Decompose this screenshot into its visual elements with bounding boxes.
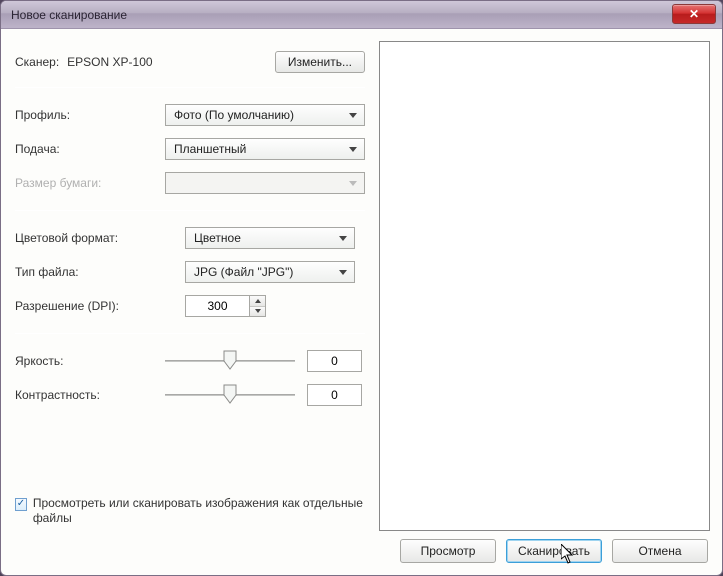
chevron-down-icon [349,147,357,152]
colorformat-row: Цветовой формат: Цветное [15,221,365,255]
triangle-up-icon [255,299,261,303]
separate-files-row: ✓ Просмотреть или сканировать изображени… [15,486,365,531]
brightness-label: Яркость: [15,354,165,368]
titlebar[interactable]: Новое сканирование ✕ [1,1,722,29]
colorformat-combo[interactable]: Цветное [185,227,355,249]
contrast-row: Контрастность: 0 [15,378,365,412]
source-combo[interactable]: Планшетный [165,138,365,160]
source-row: Подача: Планшетный [15,132,365,166]
separator [15,87,365,88]
source-value: Планшетный [174,142,349,156]
profile-row: Профиль: Фото (По умолчанию) [15,98,365,132]
spinner-down-button[interactable] [250,307,265,317]
checkmark-icon: ✓ [17,499,25,509]
brightness-row: Яркость: 0 [15,344,365,378]
papersize-combo [165,172,365,194]
resolution-label: Разрешение (DPI): [15,299,185,313]
filetype-value: JPG (Файл "JPG") [194,265,339,279]
chevron-down-icon [339,236,347,241]
triangle-down-icon [255,309,261,313]
resolution-row: Разрешение (DPI): 300 [15,289,365,323]
spinner-up-button[interactable] [250,296,265,307]
scan-button[interactable]: Сканировать [506,539,602,563]
brightness-value: 0 [331,354,338,368]
colorformat-label: Цветовой формат: [15,231,185,245]
cancel-button[interactable]: Отмена [612,539,708,563]
contrast-slider[interactable] [165,384,295,406]
preview-area[interactable] [379,41,710,531]
contrast-value: 0 [331,388,338,402]
content-row: Сканер: EPSON XP-100 Изменить... Профиль… [9,37,714,531]
close-icon: ✕ [689,7,699,21]
filetype-row: Тип файла: JPG (Файл "JPG") [15,255,365,289]
profile-label: Профиль: [15,108,165,122]
resolution-spinner [250,295,266,317]
contrast-value-box[interactable]: 0 [307,384,362,406]
close-button[interactable]: ✕ [672,4,716,24]
colorformat-value: Цветное [194,231,339,245]
scanner-label: Сканер: [15,55,59,69]
chevron-down-icon [339,270,347,275]
filetype-label: Тип файла: [15,265,185,279]
resolution-value: 300 [186,299,249,313]
slider-thumb[interactable] [223,384,237,404]
filetype-combo[interactable]: JPG (Файл "JPG") [185,261,355,283]
chevron-down-icon [349,181,357,186]
dialog-window: Новое сканирование ✕ Сканер: EPSON XP-10… [0,0,723,576]
chevron-down-icon [349,113,357,118]
scanner-name: EPSON XP-100 [67,55,152,69]
profile-value: Фото (По умолчанию) [174,108,349,122]
resolution-input[interactable]: 300 [185,295,250,317]
separate-files-label: Просмотреть или сканировать изображения … [33,496,365,527]
button-bar: Просмотр Сканировать Отмена [9,531,714,567]
contrast-label: Контрастность: [15,388,165,402]
source-label: Подача: [15,142,165,156]
papersize-row: Размер бумаги: [15,166,365,200]
settings-pane: Сканер: EPSON XP-100 Изменить... Профиль… [9,37,369,531]
brightness-slider[interactable] [165,350,295,372]
profile-combo[interactable]: Фото (По умолчанию) [165,104,365,126]
separator [15,210,365,211]
scanner-row: Сканер: EPSON XP-100 Изменить... [15,43,365,85]
preview-button[interactable]: Просмотр [400,539,496,563]
papersize-label: Размер бумаги: [15,176,165,190]
brightness-value-box[interactable]: 0 [307,350,362,372]
separate-files-checkbox[interactable]: ✓ [15,498,27,511]
separator [15,333,365,334]
client-area: Сканер: EPSON XP-100 Изменить... Профиль… [1,29,722,575]
slider-thumb[interactable] [223,350,237,370]
window-title: Новое сканирование [11,8,127,22]
change-scanner-button[interactable]: Изменить... [275,51,365,73]
